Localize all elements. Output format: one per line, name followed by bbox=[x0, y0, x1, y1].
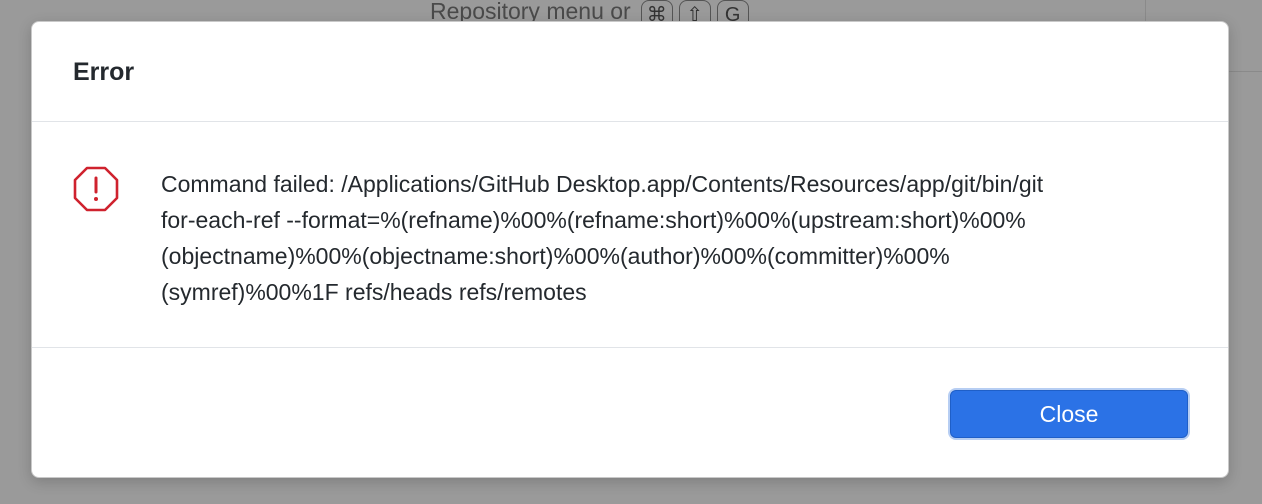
dialog-body: Command failed: /Applications/GitHub Des… bbox=[32, 122, 1228, 348]
dialog-title: Error bbox=[73, 58, 135, 86]
error-message-line: (symref)%00%1F refs/heads refs/remotes bbox=[161, 279, 587, 305]
close-button[interactable]: Close bbox=[950, 390, 1188, 438]
dialog-header: Error bbox=[32, 22, 1228, 122]
error-message: Command failed: /Applications/GitHub Des… bbox=[161, 166, 1171, 310]
dialog-footer: Close bbox=[32, 348, 1228, 478]
error-message-line: for-each-ref --format=%(refname)%00%(ref… bbox=[161, 207, 1026, 233]
error-message-line: Command failed: /Applications/GitHub Des… bbox=[161, 171, 1044, 197]
error-message-line: (objectname)%00%(objectname:short)%00%(a… bbox=[161, 243, 950, 269]
error-octagon-icon bbox=[73, 166, 119, 212]
error-dialog: Error Command failed: /Applications/GitH… bbox=[31, 21, 1229, 478]
